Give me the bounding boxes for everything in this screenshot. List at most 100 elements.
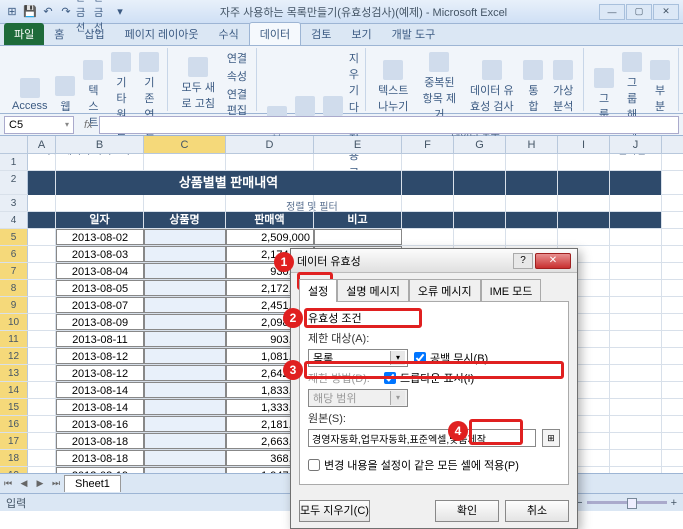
select-all-corner[interactable] bbox=[0, 136, 28, 153]
tab-view[interactable]: 보기 bbox=[341, 23, 381, 45]
cell[interactable]: 2013-08-18 bbox=[56, 450, 144, 466]
cell[interactable] bbox=[28, 229, 56, 245]
cell[interactable] bbox=[28, 280, 56, 296]
row-header[interactable]: 8 bbox=[0, 280, 28, 296]
cell[interactable] bbox=[506, 212, 558, 228]
cell[interactable]: 일자 bbox=[56, 212, 144, 228]
dialog-help-button[interactable]: ? bbox=[513, 253, 533, 269]
cell[interactable] bbox=[402, 229, 454, 245]
row-header[interactable]: 7 bbox=[0, 263, 28, 279]
row-header[interactable]: 9 bbox=[0, 297, 28, 313]
cell[interactable]: 2013-08-14 bbox=[56, 399, 144, 415]
cell[interactable]: 2013-08-02 bbox=[56, 229, 144, 245]
cell[interactable]: 상품명 bbox=[144, 212, 226, 228]
cell[interactable] bbox=[610, 331, 662, 347]
cell[interactable]: 2013-08-04 bbox=[56, 263, 144, 279]
cell[interactable]: 2,509,000 bbox=[226, 229, 314, 245]
dialog-tab-ime[interactable]: IME 모드 bbox=[481, 279, 542, 302]
tab-nav-first[interactable]: ⏮ bbox=[0, 478, 16, 489]
row-header[interactable]: 6 bbox=[0, 246, 28, 262]
cell[interactable]: 상품별별 판매내역 bbox=[56, 171, 402, 195]
row-header[interactable]: 18 bbox=[0, 450, 28, 466]
cell[interactable] bbox=[28, 365, 56, 381]
sheet-tab[interactable]: Sheet1 bbox=[64, 475, 121, 492]
ribbon-btn-props[interactable]: 속성 bbox=[224, 68, 250, 84]
row-header[interactable]: 2 bbox=[0, 171, 28, 194]
dialog-tab-error[interactable]: 오류 메시지 bbox=[409, 279, 481, 302]
ignore-blank-checkbox[interactable]: 공백 무시(B) bbox=[414, 350, 488, 366]
cancel-button[interactable]: 취소 bbox=[505, 500, 569, 522]
range-picker-button[interactable]: ⊞ bbox=[542, 429, 560, 447]
col-header[interactable]: A bbox=[28, 136, 56, 153]
cell[interactable] bbox=[558, 171, 610, 195]
cell[interactable] bbox=[28, 314, 56, 330]
row-header[interactable]: 12 bbox=[0, 348, 28, 364]
cell[interactable] bbox=[28, 263, 56, 279]
cell[interactable] bbox=[610, 348, 662, 364]
undo-icon[interactable]: ↶ bbox=[40, 4, 56, 20]
cell[interactable]: 판매액 bbox=[226, 212, 314, 228]
cell[interactable] bbox=[506, 195, 558, 211]
apply-all-checkbox[interactable]: 변경 내용을 설정이 같은 모든 셀에 적용(P) bbox=[308, 457, 519, 473]
cell[interactable]: 2013-08-03 bbox=[56, 246, 144, 262]
col-header[interactable]: E bbox=[314, 136, 402, 153]
cell[interactable]: 2013-08-07 bbox=[56, 297, 144, 313]
cell[interactable] bbox=[314, 154, 402, 170]
cell[interactable] bbox=[402, 171, 454, 195]
cell[interactable] bbox=[610, 229, 662, 245]
cell[interactable] bbox=[610, 195, 662, 211]
cell[interactable] bbox=[506, 171, 558, 195]
cell[interactable]: 2013-08-09 bbox=[56, 314, 144, 330]
cell[interactable] bbox=[28, 212, 56, 228]
cell[interactable] bbox=[314, 229, 402, 245]
cell[interactable] bbox=[28, 399, 56, 415]
cell[interactable] bbox=[610, 154, 662, 170]
dialog-close-button[interactable]: ✕ bbox=[535, 253, 571, 269]
cell[interactable] bbox=[610, 212, 662, 228]
cell[interactable] bbox=[454, 195, 506, 211]
tab-formulas[interactable]: 수식 bbox=[209, 23, 249, 45]
cell[interactable] bbox=[144, 433, 226, 449]
qat-item[interactable]: 눈금선 bbox=[94, 4, 110, 20]
cell[interactable] bbox=[28, 331, 56, 347]
row-header[interactable]: 11 bbox=[0, 331, 28, 347]
dialog-tab-settings[interactable]: 설정 bbox=[299, 279, 337, 302]
cell[interactable] bbox=[144, 416, 226, 432]
cell[interactable] bbox=[28, 297, 56, 313]
row-header[interactable]: 13 bbox=[0, 365, 28, 381]
cell[interactable] bbox=[610, 263, 662, 279]
cell[interactable] bbox=[610, 365, 662, 381]
cell[interactable] bbox=[454, 154, 506, 170]
tab-data[interactable]: 데이터 bbox=[249, 22, 301, 45]
cell[interactable] bbox=[610, 382, 662, 398]
clear-all-button[interactable]: 모두 지우기(C) bbox=[299, 500, 370, 522]
in-cell-dropdown-checkbox[interactable]: 드롭다운 표시(I) bbox=[384, 370, 474, 386]
fx-icon[interactable]: fx bbox=[78, 119, 99, 131]
col-header[interactable]: H bbox=[506, 136, 558, 153]
cell[interactable] bbox=[144, 154, 226, 170]
cell[interactable]: 2013-08-12 bbox=[56, 365, 144, 381]
allow-combo[interactable]: 목록 bbox=[308, 349, 408, 367]
col-header[interactable]: I bbox=[558, 136, 610, 153]
dialog-tab-input[interactable]: 설명 메시지 bbox=[337, 279, 409, 302]
cell[interactable] bbox=[144, 314, 226, 330]
cell[interactable] bbox=[144, 382, 226, 398]
cell[interactable] bbox=[28, 433, 56, 449]
cell[interactable] bbox=[610, 280, 662, 296]
cell[interactable] bbox=[610, 297, 662, 313]
cell[interactable] bbox=[402, 154, 454, 170]
cell[interactable] bbox=[28, 382, 56, 398]
cell[interactable] bbox=[144, 297, 226, 313]
source-input[interactable]: 경영자동화,업무자동화,표준엑셀,맞춤제작 bbox=[308, 429, 536, 447]
maximize-button[interactable]: ▢ bbox=[626, 4, 652, 20]
cell[interactable] bbox=[144, 450, 226, 466]
tab-nav-next[interactable]: ▶ bbox=[32, 478, 48, 489]
formula-input[interactable] bbox=[99, 116, 679, 134]
cell[interactable] bbox=[144, 246, 226, 262]
cell[interactable] bbox=[144, 365, 226, 381]
cell[interactable] bbox=[56, 154, 144, 170]
cell[interactable] bbox=[28, 246, 56, 262]
save-icon[interactable]: 💾 bbox=[22, 4, 38, 20]
cell[interactable] bbox=[144, 348, 226, 364]
cell[interactable] bbox=[454, 212, 506, 228]
